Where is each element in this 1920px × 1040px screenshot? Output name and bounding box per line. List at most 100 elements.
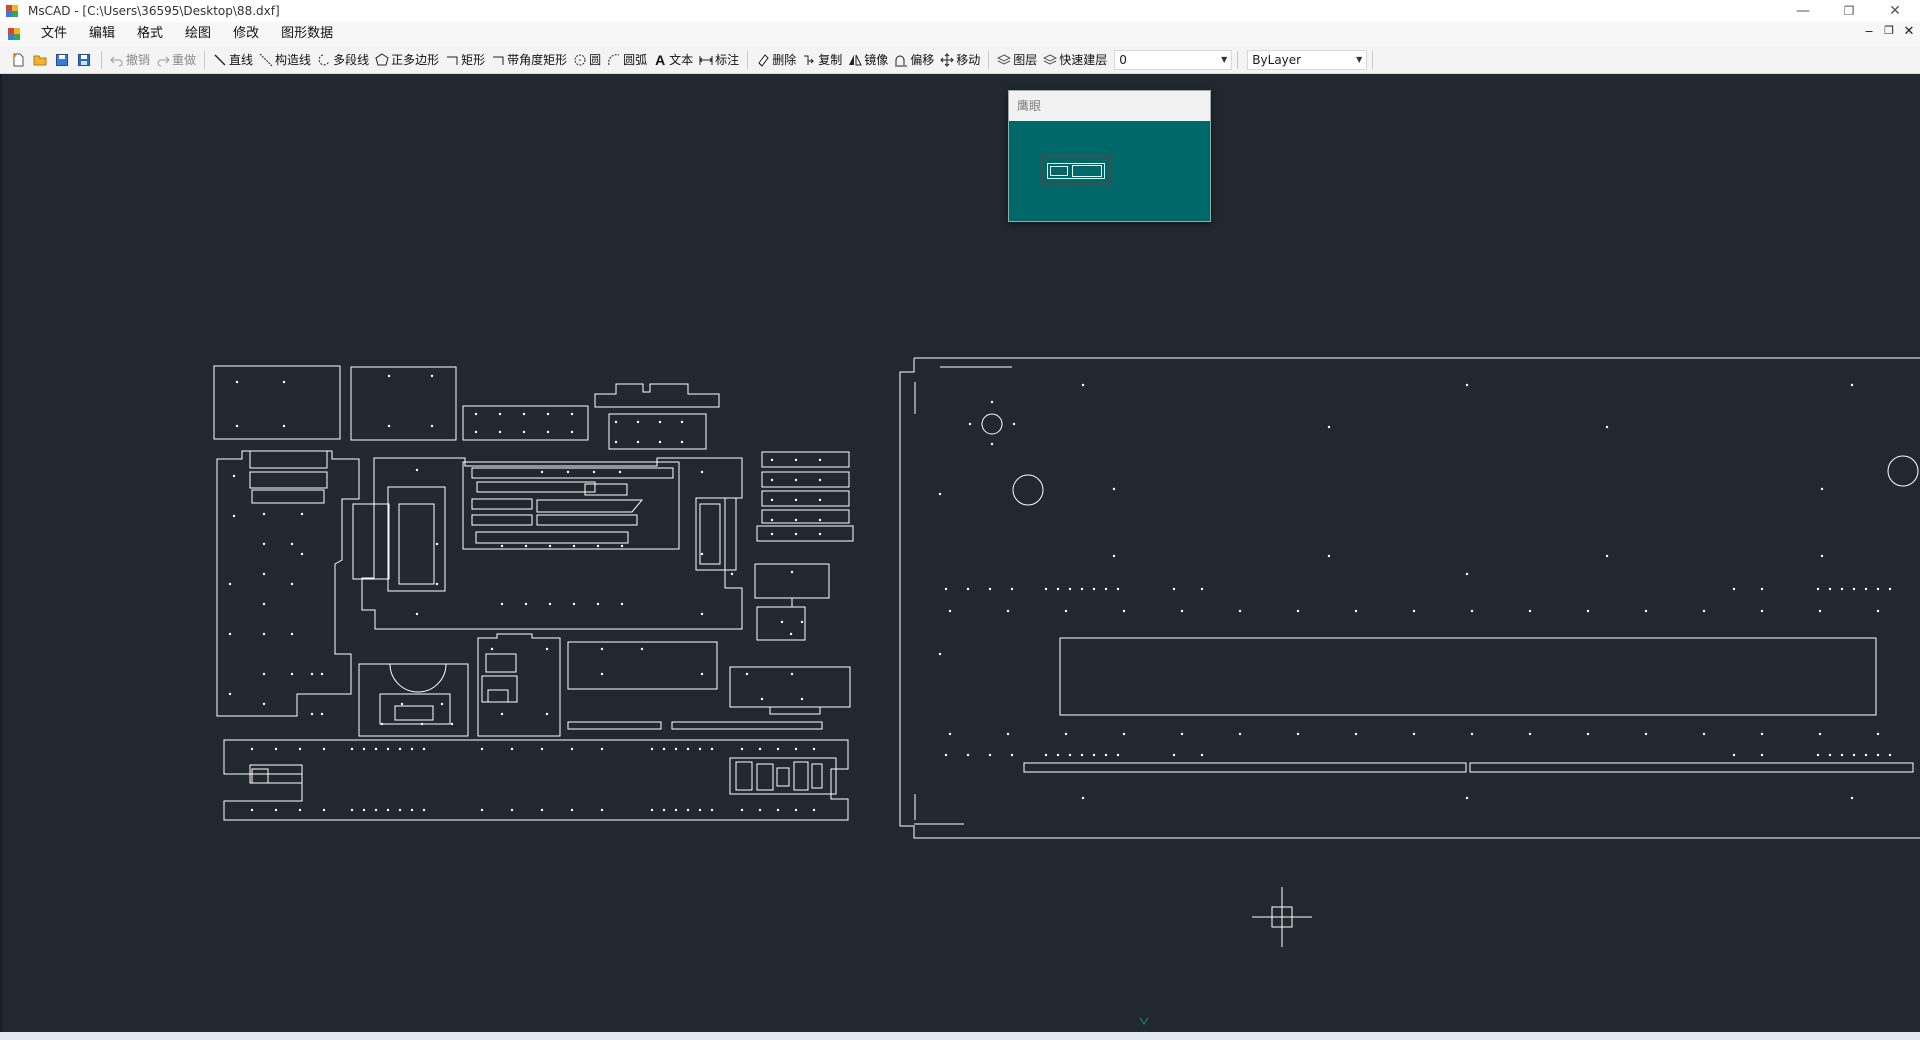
layer-button[interactable]: 图层 [994,49,1040,71]
menu-file[interactable]: 文件 [30,22,78,46]
move-icon [940,52,954,67]
chamfer-rect-button[interactable]: 带角度矩形 [488,49,570,71]
layer-select-value: 0 [1119,52,1127,67]
save-button[interactable] [52,49,74,71]
arc-label: 圆弧 [623,53,648,67]
document-icon[interactable] [8,28,22,40]
mdi-restore-button[interactable]: ❐ [1880,24,1898,37]
mdi-close-button[interactable]: ✕ [1900,24,1918,39]
crosshair-cursor-icon [1252,887,1312,947]
delete-label: 删除 [772,53,797,67]
title-bar: MsCAD - [C:\Users\36595\Desktop\88.dxf] … [0,0,1920,22]
eagle-eye-view[interactable] [1009,121,1210,221]
redo-icon [156,53,170,67]
minimize-button[interactable]: — [1780,0,1826,22]
open-folder-icon [33,53,47,67]
drawing-canvas[interactable] [0,74,1920,1032]
move-label: 移动 [956,53,981,67]
layer-select[interactable]: 0 ▼ [1114,49,1233,70]
menu-edit[interactable]: 编辑 [78,22,126,46]
eagle-eye-panel[interactable]: 鹰眼 [1008,90,1211,222]
arc-icon [607,53,621,67]
toolbar: 撤销 重做 直线 构造线 多段线 正多边形 矩形 带角度矩形 圆 圆弧 A 文本 [0,46,1920,74]
eagle-eye-viewport[interactable] [1041,155,1111,185]
mirror-icon [848,53,863,67]
menu-format[interactable]: 格式 [126,22,174,46]
toolbar-separator [1237,50,1239,69]
copy-button[interactable]: 复制 [799,49,845,71]
mirror-label: 镜像 [864,53,889,67]
text-button[interactable]: A 文本 [650,49,696,71]
polygon-icon [375,52,389,67]
polyline-label: 多段线 [333,53,370,67]
close-button[interactable]: ✕ [1872,0,1918,22]
menu-shape-data[interactable]: 图形数据 [270,22,344,46]
toolbar-separator [101,50,102,69]
offset-label: 偏移 [910,53,935,67]
new-file-button[interactable] [8,49,30,71]
redo-label: 重做 [172,53,197,67]
open-button[interactable] [30,49,52,71]
rectangle-icon [445,53,459,67]
toolbar-separator [988,50,990,69]
eagle-eye-title: 鹰眼 [1009,91,1210,121]
menu-draw[interactable]: 绘图 [174,22,222,46]
save-as-button[interactable] [74,49,96,71]
offset-icon [894,53,908,67]
undo-icon [110,53,124,67]
polyline-button[interactable]: 多段线 [314,49,372,71]
mdi-minimize-button[interactable]: ‒ [1860,24,1878,39]
linetype-select[interactable]: ByLayer ▼ [1247,49,1368,70]
restore-button[interactable]: ❐ [1826,0,1872,22]
chamfer-rect-label: 带角度矩形 [507,53,568,67]
undo-label: 撤销 [126,53,151,67]
circle-icon [573,53,587,67]
toolbar-separator [204,50,206,69]
app-logo-icon [6,5,20,17]
save-as-icon [77,53,91,67]
toolbar-separator [1372,50,1374,69]
right-panel-group [899,357,1920,839]
quick-layer-icon [1043,53,1058,67]
undo-button[interactable]: 撤销 [107,49,153,71]
cad-drawing [213,357,1920,1025]
eagle-eye-thumbnail [1047,163,1105,179]
construction-line-icon [259,53,273,67]
left-parts-group [213,365,854,821]
construction-line-button[interactable]: 构造线 [256,49,314,71]
quick-layer-button[interactable]: 快速建层 [1040,49,1110,71]
delete-button[interactable]: 删除 [753,49,799,71]
arc-button[interactable]: 圆弧 [604,49,650,71]
save-icon [55,53,69,67]
offset-button[interactable]: 偏移 [891,49,937,71]
polygon-label: 正多边形 [391,53,440,67]
dimension-icon [699,53,713,67]
line-icon [213,53,227,67]
dimension-button[interactable]: 标注 [696,49,742,71]
mirror-button[interactable]: 镜像 [845,49,891,71]
new-file-icon [11,53,25,67]
axis-marker [1139,1017,1149,1025]
rectangle-button[interactable]: 矩形 [442,49,488,71]
copy-icon [802,53,816,67]
status-strip [0,1032,1920,1040]
layer-icon [997,53,1012,67]
delete-icon [756,53,770,67]
move-button[interactable]: 移动 [937,49,983,71]
chamfer-rect-icon [491,53,505,67]
menu-modify[interactable]: 修改 [222,22,270,46]
menu-bar: 文件 编辑 格式 绘图 修改 图形数据 [0,22,1920,46]
redo-button[interactable]: 重做 [153,49,199,71]
line-label: 直线 [229,53,254,67]
text-icon: A [655,51,666,68]
circle-button[interactable]: 圆 [570,49,604,71]
polygon-button[interactable]: 正多边形 [372,49,442,71]
circle-label: 圆 [589,53,602,67]
text-label: 文本 [669,53,694,67]
copy-label: 复制 [818,53,843,67]
chevron-down-icon: ▼ [1221,55,1228,64]
toolbar-separator [747,50,749,69]
window-title: MsCAD - [C:\Users\36595\Desktop\88.dxf] [28,4,280,18]
line-button[interactable]: 直线 [210,49,256,71]
construction-line-label: 构造线 [275,53,312,67]
